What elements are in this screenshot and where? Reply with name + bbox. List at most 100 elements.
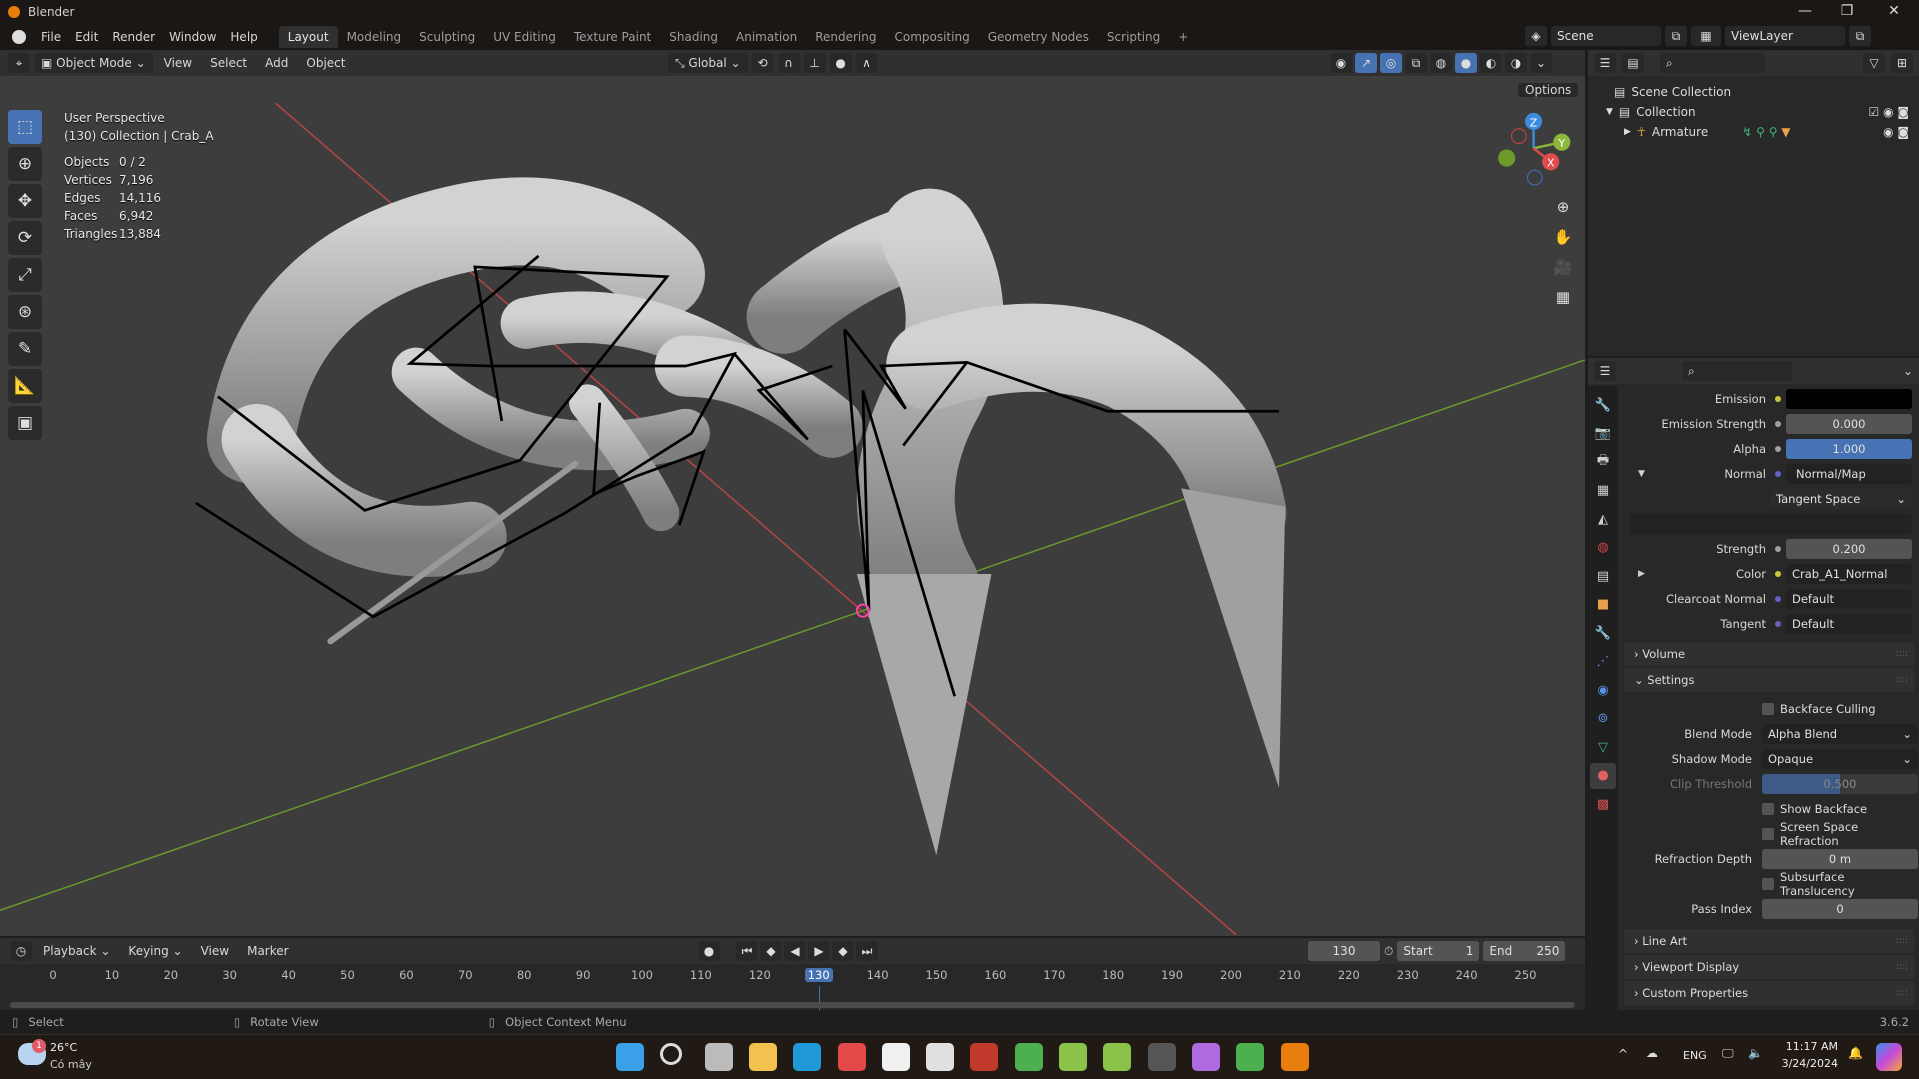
outliner-search-input[interactable]: ⌕ bbox=[1660, 53, 1765, 73]
filter-icon[interactable]: ▽ bbox=[1863, 53, 1885, 73]
tangent-field[interactable]: Default bbox=[1786, 613, 1912, 634]
object-visibility-icons[interactable]: ◉ ◙ bbox=[1883, 122, 1909, 142]
workspace-tab-uv-editing[interactable]: UV Editing bbox=[484, 26, 565, 48]
blend-mode-dropdown[interactable]: Alpha Blend ⌄ bbox=[1762, 723, 1918, 744]
ortho-grid-icon[interactable]: ▦ bbox=[1550, 284, 1576, 310]
tangent-space-dropdown[interactable]: Tangent Space ⌄ bbox=[1770, 488, 1912, 509]
menu-file[interactable]: File bbox=[34, 26, 68, 48]
taskbar-chrome-icon[interactable] bbox=[1014, 1043, 1043, 1071]
uv-map-field[interactable] bbox=[1630, 513, 1912, 534]
weather-condition[interactable]: Có mây bbox=[50, 1058, 92, 1071]
falloff-icon[interactable]: ∧ bbox=[855, 53, 878, 73]
play-reverse-icon[interactable]: ◀ bbox=[784, 941, 806, 961]
display-mode-icon[interactable]: ▤ bbox=[1622, 53, 1644, 73]
outliner-armature[interactable]: ▶ ☥ Armature ↯ ⚲ ⚲ ▼ ◉ ◙ bbox=[1624, 122, 1919, 142]
tab-modifiers[interactable]: 🔧 bbox=[1590, 620, 1616, 646]
properties-editor-type-icon[interactable]: ☰ bbox=[1594, 361, 1616, 381]
subsurface-checkbox[interactable] bbox=[1762, 877, 1774, 890]
normal-link-field[interactable]: Normal/Map bbox=[1786, 463, 1912, 484]
timeline-menu-view[interactable]: View bbox=[194, 941, 236, 961]
taskbar-start-icon[interactable] bbox=[616, 1043, 644, 1071]
rendered-shading-icon[interactable]: ◑ bbox=[1505, 53, 1527, 73]
shadow-mode-dropdown[interactable]: Opaque ⌄ bbox=[1762, 748, 1918, 769]
taskbar-app-green-2-icon[interactable] bbox=[1103, 1043, 1132, 1071]
proportional-edit-icon[interactable]: ● bbox=[829, 53, 852, 73]
transform-orientation-dropdown[interactable]: ⤡ Global ⌄ bbox=[668, 53, 748, 73]
jump-end-icon[interactable]: ⏭ bbox=[856, 941, 878, 961]
next-keyframe-icon[interactable]: ◆ bbox=[832, 941, 854, 961]
emission-strength-field[interactable]: 0.000 bbox=[1786, 413, 1912, 434]
normal-strength-field[interactable]: 0.200 bbox=[1786, 538, 1912, 559]
workspace-tab-texture-paint[interactable]: Texture Paint bbox=[565, 26, 660, 48]
taskbar-app-green-icon[interactable] bbox=[1059, 1043, 1087, 1071]
tab-constraints[interactable]: ⊚ bbox=[1590, 706, 1616, 732]
play-icon[interactable]: ▶ bbox=[808, 941, 830, 961]
select-box-tool[interactable]: ⬚ bbox=[8, 110, 42, 144]
stopwatch-icon[interactable]: ⏱ bbox=[1384, 941, 1393, 961]
zoom-icon[interactable]: ⊕ bbox=[1550, 194, 1576, 220]
panel-custom-properties[interactable]: › Custom Properties:::: bbox=[1624, 981, 1914, 1005]
cursor-tool[interactable]: ⊕ bbox=[8, 147, 42, 181]
clock-date[interactable]: 3/24/2024 bbox=[1778, 1057, 1838, 1070]
viewport-menu-view[interactable]: View bbox=[157, 53, 199, 73]
add-cube-tool[interactable]: ▣ bbox=[8, 406, 42, 440]
outliner-scene-collection[interactable]: ▤ Scene Collection bbox=[1614, 82, 1919, 102]
tab-scene[interactable]: ◭ bbox=[1590, 506, 1616, 532]
record-keyframe-icon[interactable]: ● bbox=[698, 941, 720, 961]
workspace-tab-shading[interactable]: Shading bbox=[660, 26, 727, 48]
annotate-tool[interactable]: ✎ bbox=[8, 332, 42, 366]
panel-volume[interactable]: › Volume:::: bbox=[1624, 642, 1914, 666]
tab-output[interactable]: 🖶 bbox=[1590, 449, 1616, 475]
blender-menu-icon[interactable] bbox=[12, 30, 26, 44]
tab-render[interactable]: 📷 bbox=[1590, 421, 1616, 447]
onedrive-icon[interactable]: ☁ bbox=[1646, 1046, 1658, 1060]
material-shading-icon[interactable]: ◐ bbox=[1480, 53, 1502, 73]
new-collection-icon[interactable]: ⊞ bbox=[1891, 53, 1913, 73]
shading-options-icon[interactable]: ⌄ bbox=[1530, 53, 1552, 73]
clock-time[interactable]: 11:17 AM bbox=[1782, 1040, 1838, 1053]
tab-texture[interactable]: ▩ bbox=[1590, 791, 1616, 817]
taskbar-file-explorer-icon[interactable] bbox=[748, 1043, 777, 1071]
3d-viewport[interactable]: Z Y X bbox=[0, 76, 1585, 936]
properties-search-input[interactable]: ⌕ bbox=[1682, 361, 1792, 381]
options-dropdown[interactable]: Options bbox=[1518, 80, 1579, 100]
tab-data[interactable]: ▽ bbox=[1590, 734, 1616, 760]
timeline-menu-playback[interactable]: Playback ⌄ bbox=[36, 941, 117, 961]
tab-collection[interactable]: ▤ bbox=[1590, 563, 1616, 589]
taskbar-search-icon[interactable] bbox=[660, 1043, 683, 1065]
frame-ruler[interactable]: 0 10 20 30 40 50 60 70 80 90 100 110 120 130 140 150 160… bbox=[0, 965, 1585, 987]
move-tool[interactable]: ✥ bbox=[8, 184, 42, 218]
solid-shading-icon[interactable]: ● bbox=[1455, 53, 1477, 73]
emission-color-field[interactable] bbox=[1786, 388, 1912, 409]
timeline-scrollbar[interactable] bbox=[10, 1002, 1575, 1008]
taskbar-affinity-icon[interactable] bbox=[1191, 1043, 1220, 1071]
add-workspace-button[interactable]: + bbox=[1169, 26, 1197, 48]
panel-settings[interactable]: ⌄ Settings:::: bbox=[1624, 668, 1914, 692]
gizmo-toggle-icon[interactable]: ↗ bbox=[1355, 53, 1377, 73]
color-texture-field[interactable]: Crab_A1_Normal bbox=[1786, 563, 1912, 584]
measure-tool[interactable]: 📐 bbox=[8, 369, 42, 403]
workspace-tab-modeling[interactable]: Modeling bbox=[338, 26, 411, 48]
pivot-icon[interactable]: ⟲ bbox=[751, 53, 774, 73]
view-layer-icon[interactable]: ▦ bbox=[1691, 26, 1721, 46]
clip-threshold-slider[interactable]: 0.500 bbox=[1762, 773, 1918, 794]
show-backface-checkbox[interactable] bbox=[1762, 802, 1774, 815]
tab-physics[interactable]: ◉ bbox=[1590, 677, 1616, 703]
timeline-menu-marker[interactable]: Marker bbox=[240, 941, 295, 961]
end-frame-field[interactable]: End 250 bbox=[1483, 941, 1566, 961]
wireframe-shading-icon[interactable]: ◍ bbox=[1430, 53, 1452, 73]
chevron-down-icon[interactable]: ⌄ bbox=[1903, 364, 1913, 378]
snap-icon[interactable]: ∩ bbox=[777, 53, 800, 73]
prev-keyframe-icon[interactable]: ◆ bbox=[760, 941, 782, 961]
pass-index-field[interactable]: 0 bbox=[1762, 898, 1918, 919]
timeline-menu-keying[interactable]: Keying ⌄ bbox=[121, 941, 189, 961]
overlay-toggle-icon[interactable]: ◎ bbox=[1380, 53, 1402, 73]
alpha-field[interactable]: 1.000 bbox=[1786, 438, 1912, 459]
scale-tool[interactable]: ⤢ bbox=[8, 258, 42, 292]
editor-type-icon[interactable]: ⌖ bbox=[8, 53, 30, 73]
transform-tool[interactable]: ⊛ bbox=[8, 295, 42, 329]
mode-selector[interactable]: ▣ Object Mode ⌄ bbox=[34, 53, 153, 73]
tab-view-layer[interactable]: ▦ bbox=[1590, 478, 1616, 504]
volume-icon[interactable]: 🔈 bbox=[1748, 1046, 1763, 1060]
maximize-button[interactable]: ❐ bbox=[1827, 0, 1867, 24]
